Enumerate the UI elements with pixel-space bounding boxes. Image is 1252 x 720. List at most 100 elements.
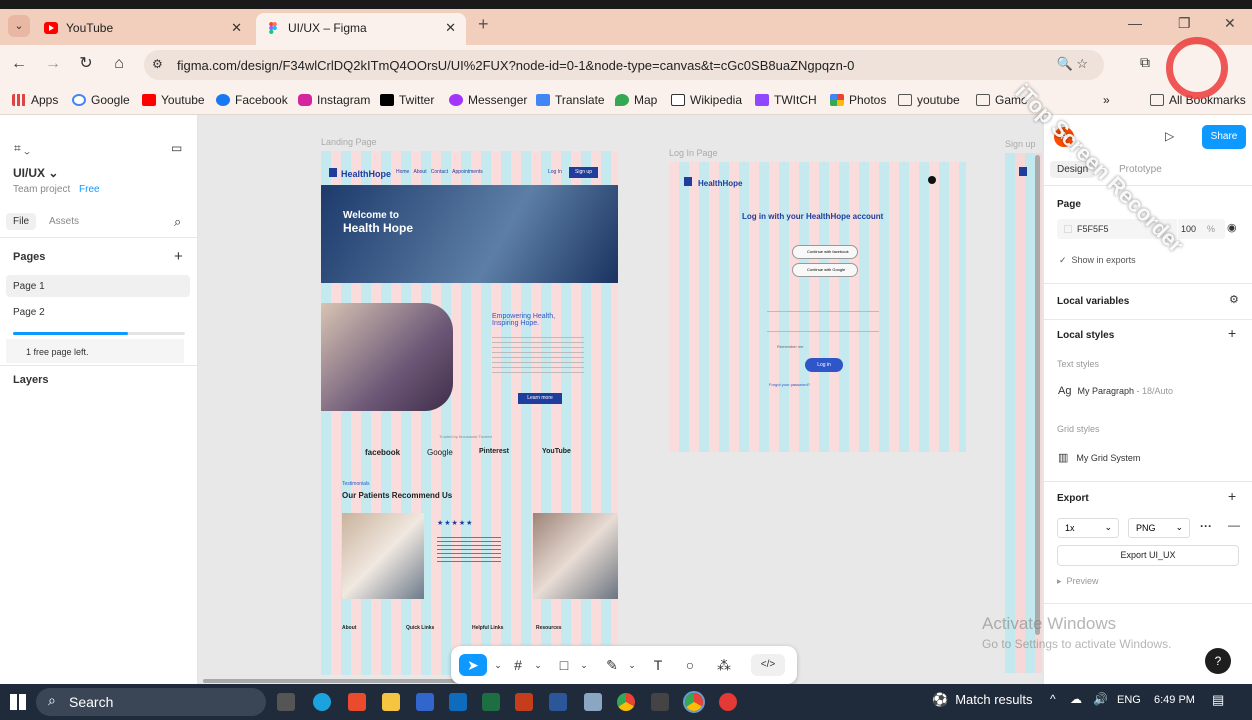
tab-figma[interactable]: UI/UX – Figma ✕ — [256, 13, 466, 45]
chevron-down-icon[interactable]: ⌄ — [621, 654, 643, 676]
close-tab-icon[interactable]: ✕ — [231, 13, 242, 43]
minimize-icon[interactable]: — — [1128, 15, 1142, 31]
prototype-tab[interactable]: Prototype — [1119, 164, 1162, 175]
word-icon[interactable] — [549, 693, 567, 711]
store-icon[interactable] — [416, 693, 434, 711]
actions-tool-icon[interactable]: ⁂ — [713, 654, 735, 676]
close-window-icon[interactable]: ✕ — [1224, 15, 1236, 32]
paragraph-style[interactable]: Ag My Paragraph · 18/Auto — [1058, 385, 1173, 397]
add-export-icon[interactable]: + — [1228, 488, 1236, 504]
task-view-icon[interactable] — [277, 693, 295, 711]
bookmark-twitch[interactable]: TWItCH — [755, 93, 817, 107]
extensions-icon[interactable]: ⧉ — [1140, 54, 1150, 71]
eye-icon[interactable]: ◉ — [1227, 221, 1237, 234]
tab-youtube[interactable]: YouTube ✕ — [34, 13, 252, 45]
add-style-icon[interactable]: + — [1228, 325, 1236, 341]
add-page-icon[interactable]: + — [174, 248, 183, 265]
preview-toggle[interactable]: ▸ Preview — [1057, 576, 1099, 587]
bookmark-apps[interactable]: Apps — [12, 93, 58, 107]
chevron-down-icon[interactable]: ⌄ — [573, 654, 595, 676]
login-page-frame[interactable]: HealthHope Log in with your HealthHope a… — [669, 162, 966, 452]
page-item-2[interactable]: Page 2 — [13, 307, 45, 318]
panel-toggle-icon[interactable]: ▭ — [171, 141, 182, 155]
share-button[interactable]: Share — [1202, 125, 1246, 149]
bookmark-translate[interactable]: Translate — [536, 93, 605, 107]
clock[interactable]: 6:49 PM — [1154, 694, 1195, 706]
notifications-icon[interactable]: ▤ — [1212, 692, 1224, 708]
notepad-icon[interactable] — [584, 693, 602, 711]
frame-tool-icon[interactable]: # — [507, 654, 529, 676]
close-tab-icon[interactable]: ✕ — [445, 13, 456, 43]
export-scale-select[interactable]: 1x ⌄ — [1057, 518, 1119, 538]
bookmark-google[interactable]: Google — [72, 93, 130, 107]
tab-search-button[interactable]: ⌄ — [8, 15, 30, 37]
windows-start-icon[interactable] — [10, 694, 26, 710]
grid-system-style[interactable]: ▥ My Grid System — [1058, 451, 1140, 464]
chrome-active-icon[interactable] — [683, 691, 705, 713]
variables-settings-icon[interactable]: ⚙ — [1229, 293, 1239, 306]
comment-tool-icon[interactable]: ○ — [679, 654, 701, 676]
figma-canvas[interactable]: Landing Page HealthHope Home About Conta… — [199, 115, 1042, 684]
landing-page-frame[interactable]: HealthHope Home About Contact Appointmen… — [321, 151, 618, 675]
page-item-1[interactable]: Page 1 — [6, 275, 190, 297]
app-icon[interactable] — [651, 693, 669, 711]
frame-label-landing[interactable]: Landing Page — [321, 137, 377, 147]
search-icon[interactable]: ⌕ — [174, 214, 181, 230]
bookmark-wikipedia[interactable]: Wikipedia — [671, 93, 742, 107]
bookmark-folder-youtube[interactable]: youtube — [898, 93, 960, 107]
volume-icon[interactable]: 🔊 — [1093, 692, 1108, 706]
excel-icon[interactable] — [482, 693, 500, 711]
frame-label-signup[interactable]: Sign up — [1005, 139, 1036, 149]
help-button[interactable]: ? — [1205, 648, 1231, 674]
bookmark-twitter[interactable]: Twitter — [380, 93, 434, 107]
bookmark-photos[interactable]: Photos — [830, 93, 886, 107]
move-tool-icon[interactable]: ➤ — [459, 654, 487, 676]
tray-chevron-icon[interactable]: ^ — [1050, 692, 1056, 706]
present-icon[interactable]: ▷ — [1165, 129, 1174, 143]
remove-export-icon[interactable]: — — [1228, 518, 1240, 532]
local-variables[interactable]: Local variables — [1057, 296, 1129, 307]
app-icon[interactable] — [348, 693, 366, 711]
maximize-icon[interactable]: ❐ — [1178, 15, 1191, 32]
bookmark-facebook[interactable]: Facebook — [216, 93, 288, 107]
chevron-down-icon[interactable]: ⌄ — [527, 654, 549, 676]
powerpoint-icon[interactable] — [515, 693, 533, 711]
language-indicator[interactable]: ENG — [1117, 694, 1141, 706]
network-icon[interactable]: ☁ — [1070, 692, 1082, 706]
file-tab[interactable]: File — [6, 213, 37, 230]
edge-icon[interactable] — [313, 693, 331, 711]
vertical-scrollbar[interactable] — [1035, 155, 1040, 635]
reload-icon[interactable]: ↻ — [75, 53, 97, 75]
taskbar-search[interactable]: ⌕ Search — [36, 688, 266, 716]
dev-mode-icon[interactable]: </> — [751, 654, 785, 676]
mail-icon[interactable] — [449, 693, 467, 711]
assets-tab[interactable]: Assets — [49, 216, 79, 227]
export-format-select[interactable]: PNG ⌄ — [1128, 518, 1190, 538]
recorder-icon[interactable] — [719, 693, 737, 711]
file-name[interactable]: UI/UX ⌄ — [13, 166, 58, 180]
match-results-widget[interactable]: ⚽ Match results — [932, 692, 1033, 708]
home-icon[interactable]: ⌂ — [108, 53, 130, 75]
forward-icon[interactable]: → — [42, 53, 64, 75]
bookmark-youtube[interactable]: Youtube — [142, 93, 205, 107]
more-bookmarks-icon[interactable]: » — [1103, 93, 1110, 107]
export-button[interactable]: Export UI_UX — [1057, 545, 1239, 566]
chevron-down-icon[interactable]: ⌄ — [487, 654, 509, 676]
chrome-icon[interactable] — [617, 693, 635, 711]
zoom-icon[interactable]: 🔍 ☆ — [1057, 56, 1088, 72]
bookmark-instagram[interactable]: Instagram — [298, 93, 370, 107]
bookmark-messenger[interactable]: Messenger — [449, 93, 527, 107]
omnibox[interactable]: ⚙ figma.com/design/F34wlCrlDQ2kITmQ4OOrs… — [144, 50, 1104, 80]
site-info-icon[interactable]: ⚙ — [152, 57, 163, 71]
show-in-exports-checkbox[interactable]: ✓ Show in exports — [1059, 255, 1136, 266]
file-explorer-icon[interactable] — [382, 693, 400, 711]
figma-menu-icon[interactable]: ⌗ ⌄ — [14, 141, 30, 156]
pen-tool-icon[interactable]: ✎ — [601, 654, 623, 676]
bookmark-map[interactable]: Map — [615, 93, 657, 107]
text-tool-icon[interactable]: T — [647, 654, 669, 676]
new-tab-button[interactable]: + — [478, 14, 489, 35]
frame-label-login[interactable]: Log In Page — [669, 148, 718, 158]
rectangle-tool-icon[interactable]: □ — [553, 654, 575, 676]
more-options-icon[interactable]: ··· — [1200, 519, 1212, 533]
back-icon[interactable]: ← — [8, 53, 30, 75]
